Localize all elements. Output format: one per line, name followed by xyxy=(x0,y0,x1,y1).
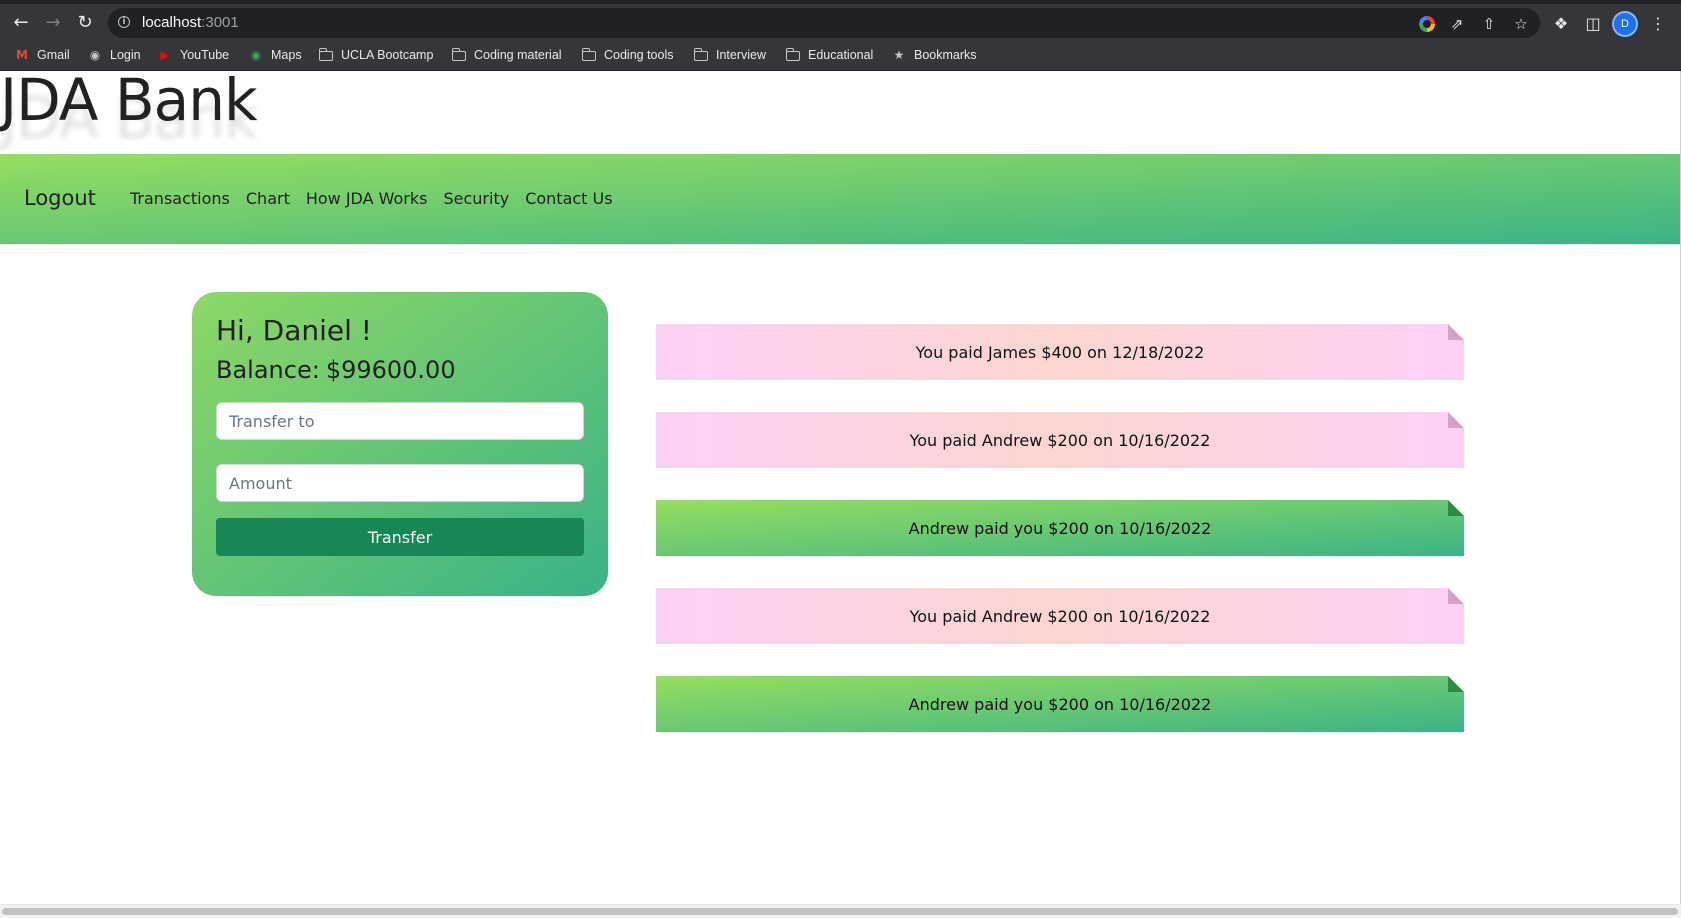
bookmark-label: Login xyxy=(110,48,141,62)
bookmark-coding-material[interactable]: Coding material xyxy=(451,46,562,64)
transaction-item: Andrew paid you $200 on 10/16/2022 xyxy=(656,500,1464,556)
maps-icon: ◉ xyxy=(250,48,262,62)
transaction-text: Andrew paid you $200 on 10/16/2022 xyxy=(908,694,1212,714)
transaction-text: Andrew paid you $200 on 10/16/2022 xyxy=(908,518,1212,538)
transaction-item: You paid James $400 on 12/18/2022 xyxy=(656,324,1464,380)
folder-icon xyxy=(785,48,800,61)
bookmark-label: Interview xyxy=(716,48,767,62)
gmail-icon: M xyxy=(16,48,28,62)
transfer-to-input[interactable] xyxy=(216,402,584,440)
balance: Balance: $99600.00 xyxy=(216,356,456,384)
open-in-window-icon[interactable]: ⇗ xyxy=(1448,15,1466,33)
transaction-item: You paid Andrew $200 on 10/16/2022 xyxy=(656,412,1464,468)
nav-link-contact-us[interactable]: Contact Us xyxy=(525,189,612,208)
bookmark-label: Bookmarks xyxy=(914,48,977,62)
url-text[interactable]: localhost:3001 xyxy=(142,14,239,31)
bookmark-coding-tools[interactable]: Coding tools xyxy=(581,46,674,64)
horizontal-scrollbar[interactable] xyxy=(0,904,1681,918)
logout-link[interactable]: Logout xyxy=(24,186,96,210)
scrollbar-thumb[interactable] xyxy=(2,908,1678,915)
url-port: :3001 xyxy=(201,14,239,31)
nav-link-security[interactable]: Security xyxy=(443,189,509,208)
bookmark-bookmarks[interactable]: ★ Bookmarks xyxy=(892,46,977,64)
reload-icon[interactable]: ↻ xyxy=(74,12,96,34)
bookmark-label: Coding material xyxy=(474,48,562,62)
bookmark-star-icon[interactable]: ☆ xyxy=(1512,15,1530,33)
youtube-icon: ▶ xyxy=(160,48,170,62)
transaction-text: You paid Andrew $200 on 10/16/2022 xyxy=(909,430,1211,450)
bookmark-maps[interactable]: ◉ Maps xyxy=(249,46,302,64)
bookmark-label: UCLA Bootcamp xyxy=(341,48,434,62)
folder-icon xyxy=(451,48,466,61)
site-info-icon[interactable]: i xyxy=(118,16,130,28)
url-host: localhost xyxy=(142,14,202,31)
bookmark-label: Educational xyxy=(808,48,874,62)
balance-value: $99600.00 xyxy=(325,356,456,384)
bookmark-label: Coding tools xyxy=(604,48,674,62)
bookmark-ucla-bootcamp[interactable]: UCLA Bootcamp xyxy=(318,46,434,64)
side-panel-icon[interactable]: ◫ xyxy=(1583,14,1603,34)
transaction-text: You paid Andrew $200 on 10/16/2022 xyxy=(909,606,1211,626)
bookmark-label: YouTube xyxy=(180,48,230,62)
bookmark-login[interactable]: ◉ Login xyxy=(88,46,141,64)
nav-link-chart[interactable]: Chart xyxy=(246,189,290,208)
address-bar[interactable]: i localhost:3001 ⇗ ⇧ ☆ xyxy=(108,8,1540,38)
folder-icon xyxy=(693,48,708,61)
bookmark-educational[interactable]: Educational xyxy=(785,46,874,64)
globe-icon: ◉ xyxy=(89,48,101,62)
star-icon: ★ xyxy=(893,48,905,62)
bookmark-youtube[interactable]: ▶ YouTube xyxy=(158,46,229,64)
transfer-button[interactable]: Transfer xyxy=(216,518,584,556)
folder-icon xyxy=(581,48,596,61)
bookmark-label: Maps xyxy=(271,48,302,62)
transaction-item: Andrew paid you $200 on 10/16/2022 xyxy=(656,676,1464,732)
share-icon[interactable]: ⇧ xyxy=(1480,15,1498,33)
back-arrow-icon[interactable]: ← xyxy=(10,12,32,34)
google-lens-icon[interactable] xyxy=(1419,16,1435,32)
app-title: JDA Bank xyxy=(0,66,258,134)
nav-link-transactions[interactable]: Transactions xyxy=(130,189,230,208)
balance-label: Balance: xyxy=(216,356,320,384)
menu-kebab-icon[interactable]: ⋮ xyxy=(1648,14,1668,34)
greeting: Hi, Daniel ! xyxy=(216,314,373,347)
nav-links: Transactions Chart How JDA Works Securit… xyxy=(130,189,629,208)
folder-icon xyxy=(318,48,333,61)
bookmark-gmail[interactable]: M Gmail xyxy=(15,46,70,64)
transaction-item: You paid Andrew $200 on 10/16/2022 xyxy=(656,588,1464,644)
bookmark-label: Gmail xyxy=(37,48,70,62)
account-card: Hi, Daniel ! Balance: $99600.00 Transfer xyxy=(192,292,608,596)
main-navbar: Logout Transactions Chart How JDA Works … xyxy=(0,154,1681,244)
forward-arrow-icon[interactable]: → xyxy=(42,12,64,34)
profile-avatar[interactable]: D xyxy=(1614,13,1636,35)
amount-input[interactable] xyxy=(216,464,584,502)
bookmark-interview[interactable]: Interview xyxy=(693,46,767,64)
nav-link-how-jda-works[interactable]: How JDA Works xyxy=(306,189,428,208)
browser-toolbar: ← → ↻ i localhost:3001 ⇗ ⇧ ☆ ❖ ◫ D ⋮ xyxy=(0,0,1681,40)
transaction-text: You paid James $400 on 12/18/2022 xyxy=(915,342,1205,362)
extensions-icon[interactable]: ❖ xyxy=(1551,14,1571,34)
